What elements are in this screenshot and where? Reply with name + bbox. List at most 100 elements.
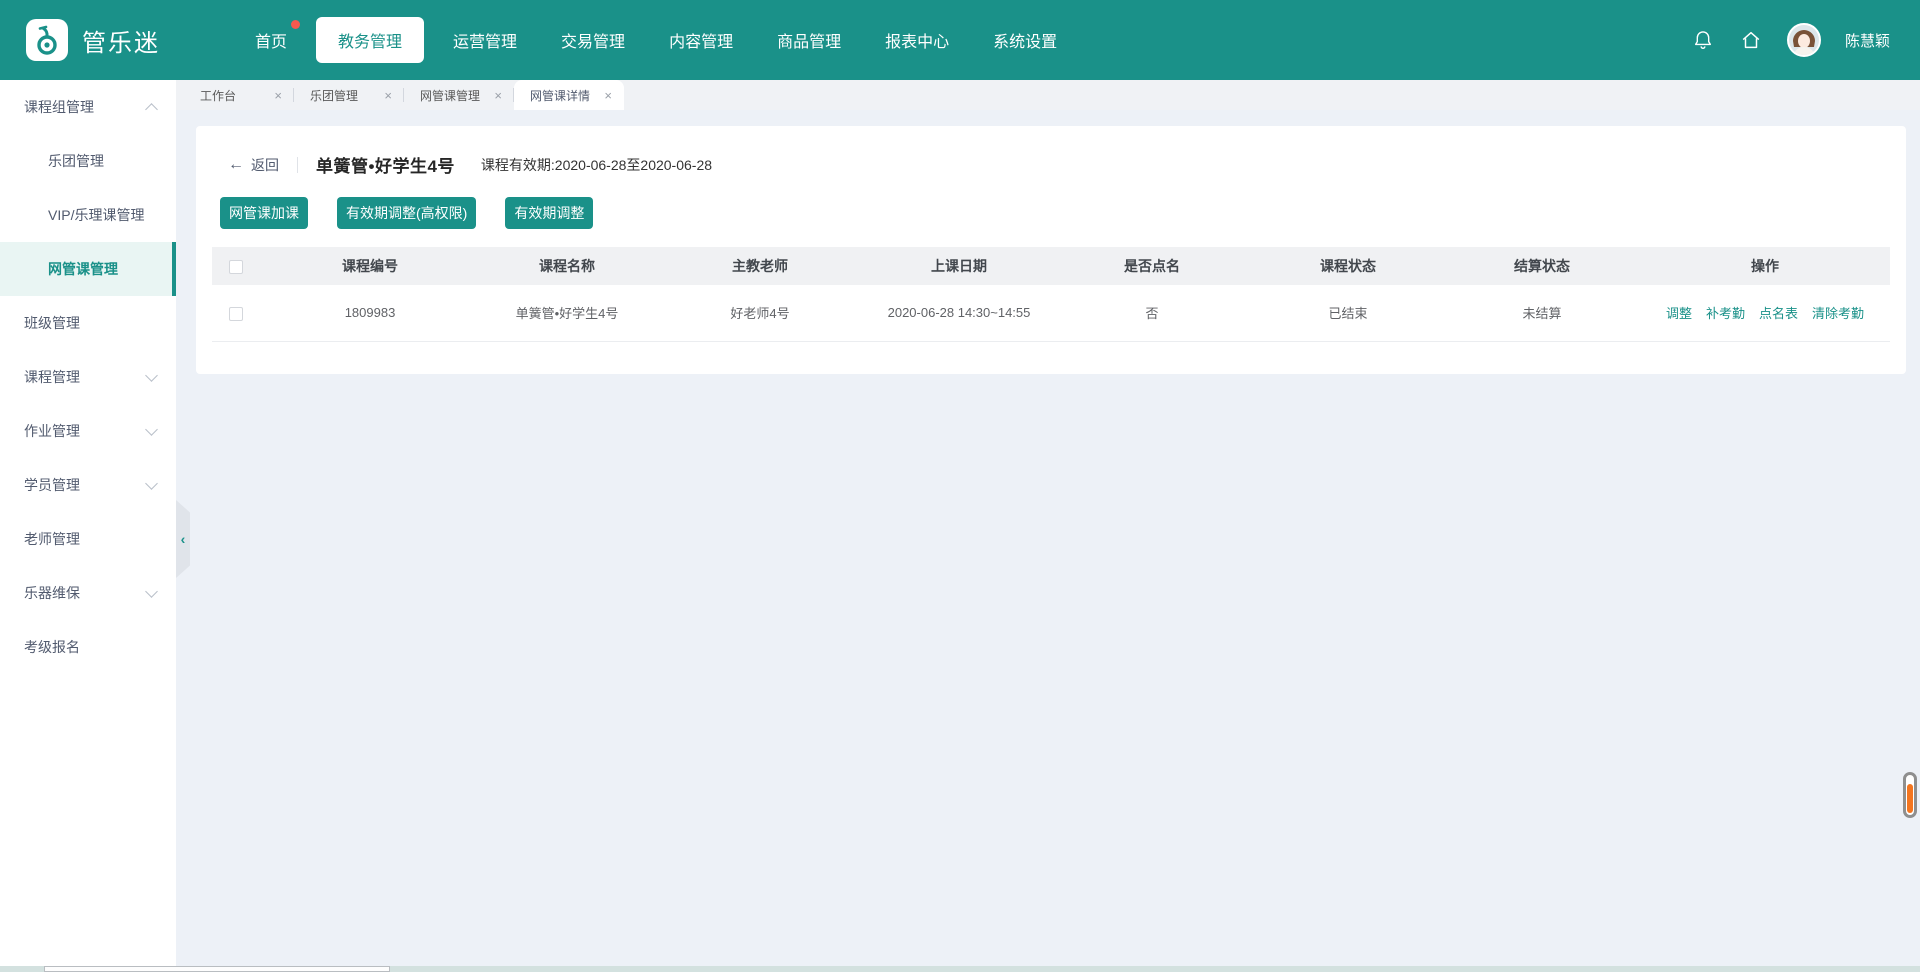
navbar-right-group: 陈慧颖 <box>1691 23 1890 57</box>
makeup-attendance-link[interactable]: 补考勤 <box>1706 303 1745 322</box>
col-roll-call: 是否点名 <box>1052 247 1252 285</box>
course-table-wrap: 课程编号 课程名称 主教老师 上课日期 是否点名 课程状态 结算状态 操作 <box>212 247 1890 342</box>
nav-item-label: 内容管理 <box>669 34 733 51</box>
sidebar-item-label: 乐器维保 <box>24 583 80 603</box>
adjust-link[interactable]: 调整 <box>1666 303 1692 322</box>
select-all-checkbox[interactable] <box>229 260 243 274</box>
sidebar-item-label: 学员管理 <box>24 475 80 495</box>
tab-label: 网管课详情 <box>530 87 590 104</box>
horizontal-scrollbar-thumb[interactable] <box>44 966 390 972</box>
sidebar-item-label: 课程组管理 <box>24 97 94 117</box>
tab-workbench[interactable]: 工作台 × <box>184 80 294 110</box>
instrument-logo-icon <box>32 25 62 55</box>
chevron-up-icon <box>145 103 158 116</box>
bell-icon[interactable] <box>1691 28 1715 52</box>
sidebar-item-label: 考级报名 <box>24 637 80 657</box>
clear-attendance-link[interactable]: 清除考勤 <box>1812 303 1864 322</box>
roll-call-sheet-link[interactable]: 点名表 <box>1759 303 1798 322</box>
nav-item-home[interactable]: 首页 <box>240 17 302 63</box>
horizontal-scrollbar[interactable] <box>0 966 1920 972</box>
adjust-validity-button[interactable]: 有效期调整 <box>505 197 593 229</box>
col-operations: 操作 <box>1640 247 1890 285</box>
course-validity-text: 课程有效期:2020-06-28至2020-06-28 <box>481 155 712 175</box>
tab-label: 网管课管理 <box>420 87 480 104</box>
sidebar-item-instrument-maintenance[interactable]: 乐器维保 <box>0 566 176 620</box>
nav-item-settings[interactable]: 系统设置 <box>978 17 1072 63</box>
cell-operations: 调整 补考勤 点名表 清除考勤 <box>1640 285 1890 341</box>
chevron-down-icon <box>145 369 158 382</box>
tab-label: 乐团管理 <box>310 87 358 104</box>
sidebar-item-student-mgmt[interactable]: 学员管理 <box>0 458 176 512</box>
close-icon[interactable]: × <box>274 89 282 102</box>
nav-item-label: 系统设置 <box>993 34 1057 51</box>
col-course-name: 课程名称 <box>480 247 654 285</box>
sidebar-item-label: VIP/乐理课管理 <box>48 205 144 225</box>
action-buttons-row: 网管课加课 有效期调整(高权限) 有效期调整 <box>196 177 1906 229</box>
sidebar-item-online-course-mgmt[interactable]: 网管课管理 <box>0 242 176 296</box>
open-tabs-bar: 工作台 × 乐团管理 × 网管课管理 × 网管课详情 × <box>176 80 1920 110</box>
home-icon[interactable] <box>1739 28 1763 52</box>
nav-item-content[interactable]: 内容管理 <box>654 17 748 63</box>
sidebar-item-label: 班级管理 <box>24 313 80 333</box>
tab-online-course-detail[interactable]: 网管课详情 × <box>514 80 624 110</box>
notification-dot <box>291 20 300 29</box>
cell-roll-call: 否 <box>1052 285 1252 341</box>
sidebar: 课程组管理 乐团管理 VIP/乐理课管理 网管课管理 班级管理 课程管理 作业管… <box>0 80 176 966</box>
sidebar-item-exam-registration[interactable]: 考级报名 <box>0 620 176 674</box>
cell-course-name: 单簧管•好学生4号 <box>480 285 654 341</box>
nav-item-products[interactable]: 商品管理 <box>762 17 856 63</box>
nav-item-academic[interactable]: 教务管理 <box>316 17 424 63</box>
main-content: ← 返回 单簧管•好学生4号 课程有效期:2020-06-28至2020-06-… <box>176 110 1920 966</box>
cell-date: 2020-06-28 14:30~14:55 <box>866 285 1052 341</box>
col-date: 上课日期 <box>866 247 1052 285</box>
close-icon[interactable]: × <box>494 89 502 102</box>
course-detail-card: ← 返回 单簧管•好学生4号 课程有效期:2020-06-28至2020-06-… <box>196 126 1906 374</box>
chevron-down-icon <box>145 585 158 598</box>
nav-item-label: 首页 <box>255 34 287 51</box>
avatar[interactable] <box>1787 23 1821 57</box>
nav-item-label: 报表中心 <box>885 34 949 51</box>
sidebar-item-teacher-mgmt[interactable]: 老师管理 <box>0 512 176 566</box>
nav-item-reports[interactable]: 报表中心 <box>870 17 964 63</box>
row-select-cell <box>212 285 260 341</box>
col-teacher: 主教老师 <box>654 247 866 285</box>
sidebar-collapse-handle[interactable]: ‹ <box>176 500 190 578</box>
tab-online-course-mgmt[interactable]: 网管课管理 × <box>404 80 514 110</box>
cell-settle-status: 未结算 <box>1444 285 1640 341</box>
page-scroll-indicator[interactable] <box>1903 772 1917 818</box>
brand-logo-icon <box>26 19 68 61</box>
sidebar-item-homework-mgmt[interactable]: 作业管理 <box>0 404 176 458</box>
adjust-validity-high-privilege-button[interactable]: 有效期调整(高权限) <box>337 197 476 229</box>
user-name[interactable]: 陈慧颖 <box>1845 30 1890 51</box>
table-row: 1809983 单簧管•好学生4号 好老师4号 2020-06-28 14:30… <box>212 285 1890 341</box>
nav-item-label: 交易管理 <box>561 34 625 51</box>
back-button[interactable]: ← 返回 <box>228 155 279 175</box>
sidebar-item-course-mgmt[interactable]: 课程管理 <box>0 350 176 404</box>
back-arrow-icon: ← <box>228 156 244 174</box>
sidebar-item-course-group-mgmt[interactable]: 课程组管理 <box>0 80 176 134</box>
chevron-down-icon <box>145 423 158 436</box>
select-all-cell <box>212 247 260 285</box>
add-online-course-button[interactable]: 网管课加课 <box>220 197 308 229</box>
cell-course-status: 已结束 <box>1252 285 1444 341</box>
main-menu: 首页 教务管理 运营管理 交易管理 内容管理 商品管理 报表中心 系统设置 <box>240 17 1072 63</box>
close-icon[interactable]: × <box>384 89 392 102</box>
close-icon[interactable]: × <box>604 89 612 102</box>
cell-teacher: 好老师4号 <box>654 285 866 341</box>
course-table: 课程编号 课程名称 主教老师 上课日期 是否点名 课程状态 结算状态 操作 <box>212 247 1890 342</box>
top-navbar: 管乐迷 首页 教务管理 运营管理 交易管理 内容管理 商品管理 报表中心 <box>0 0 1920 80</box>
app-window: 管乐迷 首页 教务管理 运营管理 交易管理 内容管理 商品管理 报表中心 <box>0 0 1920 972</box>
row-actions: 调整 补考勤 点名表 清除考勤 <box>1640 303 1890 322</box>
tab-label: 工作台 <box>200 87 236 104</box>
tab-orchestra-mgmt[interactable]: 乐团管理 × <box>294 80 404 110</box>
nav-item-operations[interactable]: 运营管理 <box>438 17 532 63</box>
scroll-indicator-fill <box>1907 784 1913 813</box>
row-checkbox[interactable] <box>229 307 243 321</box>
sidebar-item-class-mgmt[interactable]: 班级管理 <box>0 296 176 350</box>
sidebar-item-vip-theory-mgmt[interactable]: VIP/乐理课管理 <box>0 188 176 242</box>
sidebar-item-label: 课程管理 <box>24 367 80 387</box>
nav-item-transactions[interactable]: 交易管理 <box>546 17 640 63</box>
sidebar-item-orchestra-mgmt[interactable]: 乐团管理 <box>0 134 176 188</box>
chevron-down-icon <box>145 477 158 490</box>
page-title: 单簧管•好学生4号 <box>316 152 455 177</box>
